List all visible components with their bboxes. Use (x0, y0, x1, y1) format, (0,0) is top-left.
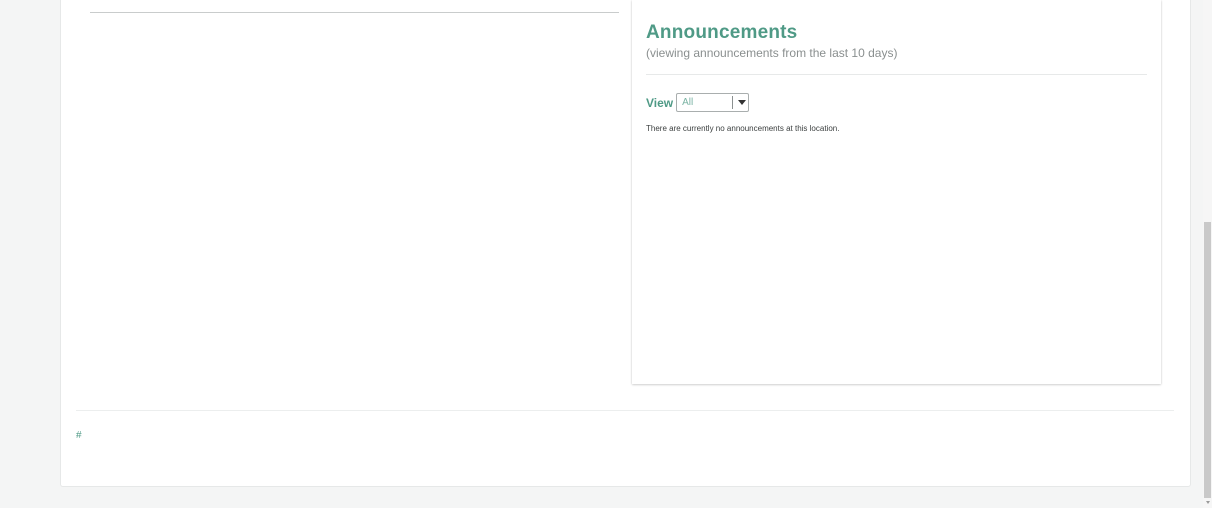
footer-divider (76, 410, 1174, 411)
announcements-divider (646, 74, 1147, 75)
scroll-down-arrow-icon[interactable] (1206, 501, 1210, 504)
view-label: View (646, 95, 674, 110)
chevron-down-icon[interactable] (738, 100, 747, 105)
view-select-separator (732, 96, 734, 109)
announcements-panel: Announcements (viewing announcements fro… (632, 0, 1161, 384)
footer-link[interactable]: # (76, 430, 82, 441)
view-filter-row: View All (646, 93, 750, 112)
announcements-subtitle: (viewing announcements from the last 10 … (646, 46, 898, 60)
left-panel-bottom-edge (90, 0, 619, 13)
view-select[interactable]: All (676, 93, 750, 112)
announcements-title: Announcements (646, 22, 798, 43)
no-announcements-message: There are currently no announcements at … (646, 124, 840, 133)
view-select-value: All (682, 97, 694, 108)
scrollbar-thumb[interactable] (1204, 222, 1211, 498)
